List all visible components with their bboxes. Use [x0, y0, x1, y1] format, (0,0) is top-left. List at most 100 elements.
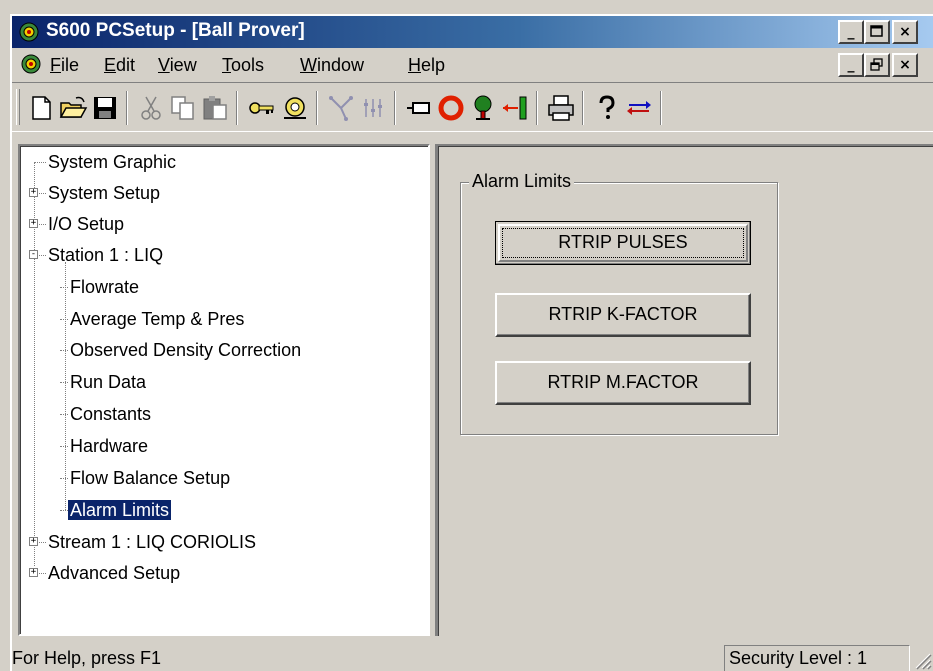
close-button[interactable]: × [892, 20, 918, 44]
menu-bar: File Edit View Tools Window Help _ × [12, 50, 933, 80]
tree-item[interactable]: System Graphic [26, 148, 176, 176]
key-icon[interactable] [246, 93, 276, 123]
security-level-panel: Security Level : 1 [724, 645, 910, 671]
menu-edit[interactable]: Edit [104, 55, 135, 76]
tree-item-label: Alarm Limits [68, 500, 172, 520]
menu-file[interactable]: File [50, 55, 79, 76]
mdi-restore-button[interactable] [864, 53, 890, 77]
tree-item[interactable]: Hardware [58, 432, 148, 460]
copy-icon[interactable] [168, 93, 198, 123]
new-icon[interactable] [26, 93, 56, 123]
menu-window-accel: W [300, 55, 317, 75]
alarm-limits-group: Alarm Limits RTRIP PULSES RTRIP K-FACTOR… [460, 171, 778, 435]
menu-view[interactable]: View [158, 55, 197, 76]
save-icon[interactable] [90, 93, 120, 123]
help-icon[interactable] [592, 93, 622, 123]
tree-item-label: Flowrate [70, 277, 140, 297]
tree-item[interactable]: - Station 1 : LIQ [26, 241, 163, 269]
tree-item-label: Hardware [70, 436, 149, 456]
expand-icon[interactable]: + [29, 219, 38, 228]
network-icon[interactable] [326, 93, 356, 123]
toolbar-separator [582, 91, 584, 125]
tree-icon[interactable] [468, 93, 498, 123]
tree-connector [34, 162, 46, 163]
tree-item-label: System Graphic [48, 152, 177, 172]
tree-item[interactable]: + I/O Setup [26, 210, 124, 238]
group-label: Alarm Limits [469, 171, 575, 192]
menu-window[interactable]: Window [300, 55, 364, 76]
tree-view[interactable]: System Graphic + System Setup + I/O Setu… [18, 144, 430, 636]
tree-item[interactable]: Run Data [58, 368, 146, 396]
rtrip-m-factor-button[interactable]: RTRIP M.FACTOR [495, 361, 751, 405]
tree-item-label: Flow Balance Setup [70, 468, 231, 488]
tree-item-label: Constants [70, 404, 152, 424]
expand-icon[interactable]: + [29, 188, 38, 197]
tree-item[interactable]: Flowrate [58, 273, 139, 301]
tree-item-label: Run Data [70, 372, 147, 392]
rtrip-pulses-button[interactable]: RTRIP PULSES [495, 221, 751, 265]
paste-icon[interactable] [200, 93, 230, 123]
resize-grip-icon[interactable] [912, 650, 932, 670]
menu-view-label: iew [169, 55, 197, 75]
maximize-icon [870, 25, 883, 37]
sliders-icon[interactable] [358, 93, 388, 123]
status-help-text: For Help, press F1 [12, 648, 162, 668]
menu-window-label: indow [317, 55, 365, 75]
tree-item-selected[interactable]: Alarm Limits [58, 496, 172, 524]
mdi-close-button[interactable]: × [892, 53, 918, 77]
tree-connector [60, 446, 68, 447]
cut-icon[interactable] [136, 93, 166, 123]
maximize-button[interactable] [864, 20, 890, 44]
tree-item[interactable]: + System Setup [26, 179, 160, 207]
collapse-icon[interactable]: - [29, 250, 38, 259]
toolbar-separator [394, 91, 396, 125]
swap-arrows-icon[interactable] [624, 93, 654, 123]
find-icon[interactable] [280, 93, 310, 123]
menu-help[interactable]: Help [408, 55, 445, 76]
menu-edit-label: dit [116, 55, 136, 75]
print-icon[interactable] [546, 93, 576, 123]
rtrip-k-factor-button[interactable]: RTRIP K-FACTOR [495, 293, 751, 337]
form-pane: Alarm Limits RTRIP PULSES RTRIP K-FACTOR… [436, 144, 933, 636]
tree-connector [39, 255, 46, 256]
ring-icon[interactable] [436, 93, 466, 123]
tree-item[interactable]: Flow Balance Setup [58, 464, 230, 492]
menu-tools-label: ools [231, 55, 265, 75]
expand-icon[interactable]: + [29, 568, 38, 577]
expand-icon[interactable]: + [29, 537, 38, 546]
mdi-minimize-button[interactable]: _ [838, 53, 864, 77]
tree-item[interactable]: + Advanced Setup [26, 559, 180, 587]
menu-view-accel: V [158, 55, 170, 75]
window-title: S600 PCSetup - [Ball Prover] [46, 20, 305, 41]
restore-icon [870, 58, 883, 71]
tree-connector [60, 382, 68, 383]
tree-connector [60, 319, 68, 320]
toolbar-grip[interactable] [16, 89, 20, 125]
toolbar-separator [316, 91, 318, 125]
toolbar [12, 82, 933, 132]
toolbar-separator [236, 91, 238, 125]
tree-item-label: Observed Density Correction [70, 340, 302, 360]
tree-connector [39, 573, 46, 574]
tree-item-label: Average Temp & Pres [70, 309, 245, 329]
arrow-bar-icon[interactable] [500, 93, 530, 123]
tree-item[interactable]: Observed Density Correction [58, 336, 301, 364]
rectangle-icon[interactable] [404, 93, 434, 123]
toolbar-separator [536, 91, 538, 125]
tree-item[interactable]: Average Temp & Pres [58, 305, 244, 333]
app-icon [19, 22, 39, 42]
tree-item-label: Stream 1 : LIQ CORIOLIS [48, 532, 257, 552]
tree-item[interactable]: + Stream 1 : LIQ CORIOLIS [26, 528, 256, 556]
document-icon[interactable] [20, 53, 42, 75]
tree-connector [39, 224, 46, 225]
tree-connector [60, 478, 68, 479]
menu-file-label: ile [61, 55, 80, 75]
minimize-button[interactable]: _ [838, 20, 864, 44]
menu-help-accel: H [408, 55, 421, 75]
menu-tools[interactable]: Tools [222, 55, 264, 76]
tree-connector [60, 510, 68, 511]
title-bar[interactable]: S600 PCSetup - [Ball Prover] _ × [12, 16, 933, 48]
tree-connector [60, 287, 68, 288]
tree-item[interactable]: Constants [58, 400, 151, 428]
open-icon[interactable] [58, 93, 88, 123]
